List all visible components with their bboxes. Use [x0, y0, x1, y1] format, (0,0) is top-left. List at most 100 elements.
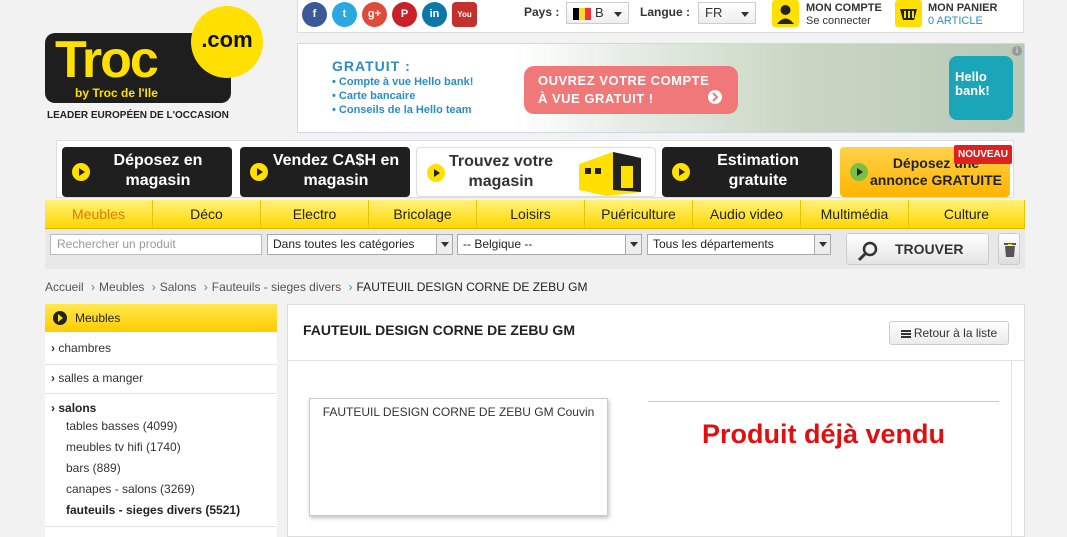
search-button[interactable]: TROUVER [846, 233, 989, 265]
breadcrumb-separator: › [91, 280, 96, 294]
nav-item-multimdia[interactable]: Multimédia [801, 200, 909, 229]
department-select[interactable]: Tous les départements [647, 234, 831, 255]
trash-icon [1004, 243, 1016, 257]
account-login: Se connecter [806, 15, 871, 27]
nav-item-meubles[interactable]: Meubles [45, 200, 153, 229]
product-image-card[interactable]: FAUTEUIL DESIGN CORNE DE ZEBU GM Couvin [309, 398, 608, 516]
divider [45, 364, 277, 365]
search-button-label: TROUVER [895, 241, 964, 257]
breadcrumb-item[interactable]: Meubles [99, 280, 144, 294]
free-estimate-button[interactable]: Estimation gratuite [662, 147, 832, 197]
pinterest-icon[interactable]: P [392, 2, 417, 27]
scrollbar[interactable] [1011, 360, 1024, 536]
cart-count: 0 ARTICLE [928, 15, 983, 27]
banner-title: GRATUIT : [332, 58, 411, 74]
sidebar-item-salles-a-manger[interactable]: salles a manger [51, 371, 143, 385]
cart-title: MON PANIER [928, 2, 998, 14]
breadcrumb-home[interactable]: Accueil [45, 280, 84, 294]
banner-item: • Conseils de la Hello team [332, 104, 472, 116]
category-select[interactable]: Dans toutes les catégories [267, 234, 453, 255]
deposit-in-store-button[interactable]: Déposez en magasin [62, 147, 232, 197]
hello-bank-line2: bank! [955, 83, 990, 98]
language-select[interactable]: FR [698, 2, 756, 24]
arrow-right-icon [53, 311, 67, 325]
cart-icon[interactable] [895, 0, 922, 27]
user-icon[interactable] [772, 0, 799, 27]
banner-cta-line1: OUVREZ VOTRE COMPTE [538, 73, 710, 88]
clear-button[interactable] [998, 233, 1020, 265]
chevron-down-icon [741, 12, 749, 17]
product-title: FAUTEUIL DESIGN CORNE DE ZEBU GM [303, 322, 575, 338]
nav-item-loisirs[interactable]: Loisirs [477, 200, 585, 229]
sidebar-item-salons[interactable]: salons [51, 401, 96, 415]
search-icon [857, 241, 878, 262]
country-select[interactable]: B [566, 2, 629, 24]
department-value: Tous les départements [653, 237, 774, 251]
list-icon [900, 329, 911, 338]
divider [288, 360, 1024, 361]
product-image-caption: FAUTEUIL DESIGN CORNE DE ZEBU GM Couvin [322, 405, 595, 419]
facebook-icon[interactable]: f [302, 2, 327, 27]
sidebar-subitem[interactable]: meubles tv hifi (1740) [66, 440, 181, 454]
logo-tagline: LEADER EUROPÉEN DE L'OCCASION [47, 110, 229, 121]
sidebar-subitem-active[interactable]: fauteuils - sieges divers (5521) [66, 503, 240, 517]
play-icon [850, 163, 868, 181]
cart-link[interactable]: MON PANIER 0 ARTICLE [928, 2, 997, 28]
breadcrumb-item[interactable]: Salons [160, 280, 197, 294]
category-sidebar: Meubles chambres salles a manger salons … [45, 304, 277, 537]
logo-domain: .com [191, 6, 263, 78]
divider [45, 526, 277, 527]
breadcrumb-separator: › [203, 280, 208, 294]
find-store-button[interactable]: Trouvez votre magasin [416, 147, 656, 197]
new-badge: NOUVEAU [953, 145, 1012, 164]
language-label: Langue : [640, 5, 690, 19]
sidebar-header[interactable]: Meubles [45, 304, 277, 332]
arrow-right-icon [708, 90, 722, 104]
hello-bank-line1: Hello [955, 69, 987, 84]
nav-item-electro[interactable]: Electro [261, 200, 369, 229]
google-plus-icon[interactable]: g+ [362, 2, 387, 27]
sidebar-subitem[interactable]: tables basses (4099) [66, 419, 177, 433]
play-icon [72, 163, 90, 181]
nav-item-dco[interactable]: Déco [153, 200, 261, 229]
account-title: MON COMPTE [806, 2, 882, 14]
store-icon [579, 152, 641, 196]
account-link[interactable]: MON COMPTE Se connecter [806, 2, 882, 28]
search-input[interactable]: Rechercher un produit [50, 234, 262, 255]
logo-byline: by Troc de l'Ile [75, 86, 158, 100]
sidebar-subitem[interactable]: bars (889) [66, 461, 121, 475]
category-value: Dans toutes les catégories [273, 237, 415, 251]
back-to-list-button[interactable]: Retour à la liste [889, 321, 1009, 345]
linkedin-icon[interactable]: in [422, 2, 447, 27]
nav-item-audiovideo[interactable]: Audio video [693, 200, 801, 229]
hello-bank-banner[interactable]: GRATUIT : • Compte à vue Hello bank! • C… [297, 43, 1025, 133]
site-logo[interactable]: Troc by Troc de l'Ile .com LEADER EUROPÉ… [45, 6, 267, 126]
breadcrumb-item[interactable]: Fauteuils - sieges divers [212, 280, 341, 294]
hello-bank-logo: Hello bank! [949, 56, 1013, 120]
banner-item: • Compte à vue Hello bank! [332, 76, 474, 88]
nav-item-puriculture[interactable]: Puériculture [585, 200, 693, 229]
play-icon [672, 163, 690, 181]
sell-cash-button[interactable]: Vendez CA$H en magasin [240, 147, 410, 197]
chevron-down-icon [625, 235, 641, 254]
country-filter-select[interactable]: -- Belgique -- [457, 234, 642, 255]
sidebar-subitem[interactable]: canapes - salons (3269) [66, 482, 195, 496]
play-icon [427, 164, 445, 182]
nav-item-culture[interactable]: Culture [909, 200, 1025, 229]
main-nav: Meubles Déco Electro Bricolage Loisirs Puéric… [45, 200, 1025, 229]
divider [45, 393, 277, 394]
banner-item: • Carte bancaire [332, 90, 416, 102]
country-label: Pays : [524, 5, 560, 19]
banner-cta-button[interactable]: OUVREZ VOTRE COMPTE À VUE GRATUIT ! [524, 66, 738, 114]
ad-info-icon[interactable]: i [1012, 46, 1022, 56]
product-panel: FAUTEUIL DESIGN CORNE DE ZEBU GM Retour … [287, 304, 1025, 537]
action-bar: Déposez en magasin Vendez CA$H en magasi… [56, 140, 1014, 198]
youtube-icon[interactable]: You [452, 2, 477, 27]
sidebar-item-chambres[interactable]: chambres [51, 341, 111, 355]
twitter-icon[interactable]: t [332, 2, 357, 27]
chevron-down-icon [814, 235, 830, 254]
free-ad-button[interactable]: Déposez une annonce GRATUITE NOUVEAU [840, 145, 1012, 197]
language-value: FR [705, 5, 723, 20]
chevron-down-icon [614, 12, 622, 17]
nav-item-bricolage[interactable]: Bricolage [369, 200, 477, 229]
